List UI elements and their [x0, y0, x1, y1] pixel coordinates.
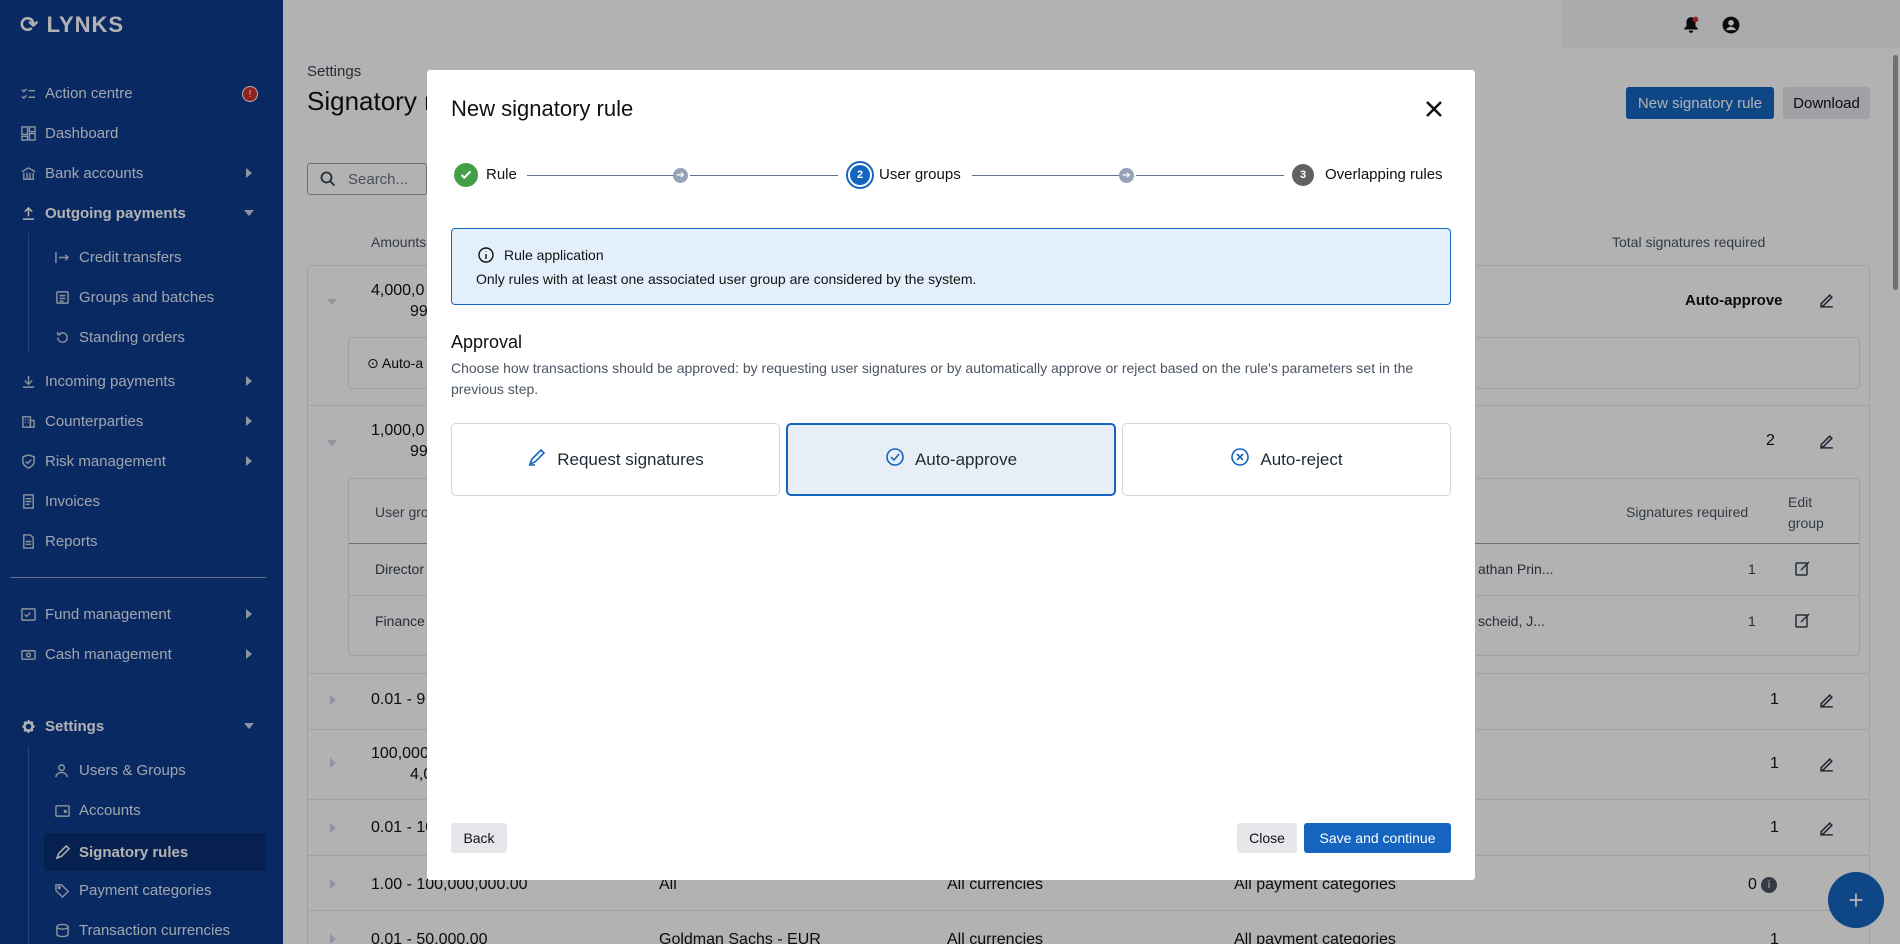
step-arrow-icon: ➔ [1119, 168, 1134, 183]
step-number: 3 [1292, 164, 1314, 186]
step-active-indicator: 2 [846, 161, 874, 189]
step-connector [1136, 175, 1284, 176]
info-alert-title: Rule application [504, 247, 604, 263]
step-connector [972, 175, 1120, 176]
step-arrow-icon: ➔ [673, 168, 688, 183]
step-done-check-icon [454, 163, 478, 187]
step-number: 2 [850, 165, 870, 185]
info-alert: Rule application Only rules with at leas… [451, 228, 1451, 305]
approval-heading: Approval [451, 332, 523, 352]
modal-title: New signatory rule [451, 96, 634, 121]
request-signatures-option[interactable]: Request signatures [451, 423, 780, 496]
option-label: Request signatures [557, 449, 704, 469]
info-alert-text: Only rules with at least one associated … [476, 271, 977, 287]
option-label: Auto-reject [1260, 449, 1343, 469]
step-label-rule: Rule [486, 166, 517, 183]
auto-approve-option[interactable]: Auto-approve [786, 423, 1116, 496]
approval-description: Choose how transactions should be approv… [451, 360, 1414, 397]
option-label: Auto-approve [914, 449, 1018, 469]
auto-reject-option[interactable]: Auto-reject [1122, 423, 1451, 496]
step-label-overlapping-rules: Overlapping rules [1325, 166, 1443, 183]
info-circle-icon [478, 247, 494, 263]
step-label-user-groups: User groups [879, 166, 961, 183]
back-button[interactable]: Back [451, 823, 507, 853]
pen-icon [527, 447, 547, 472]
x-circle-icon [1230, 447, 1250, 472]
close-icon[interactable] [1422, 97, 1446, 121]
close-button[interactable]: Close [1237, 823, 1297, 853]
check-circle-icon [885, 447, 905, 472]
step-connector [527, 175, 675, 176]
step-connector [690, 175, 838, 176]
save-and-continue-button[interactable]: Save and continue [1304, 823, 1451, 853]
new-signatory-rule-modal: New signatory rule Rule ➔ 2 User groups … [427, 70, 1475, 880]
